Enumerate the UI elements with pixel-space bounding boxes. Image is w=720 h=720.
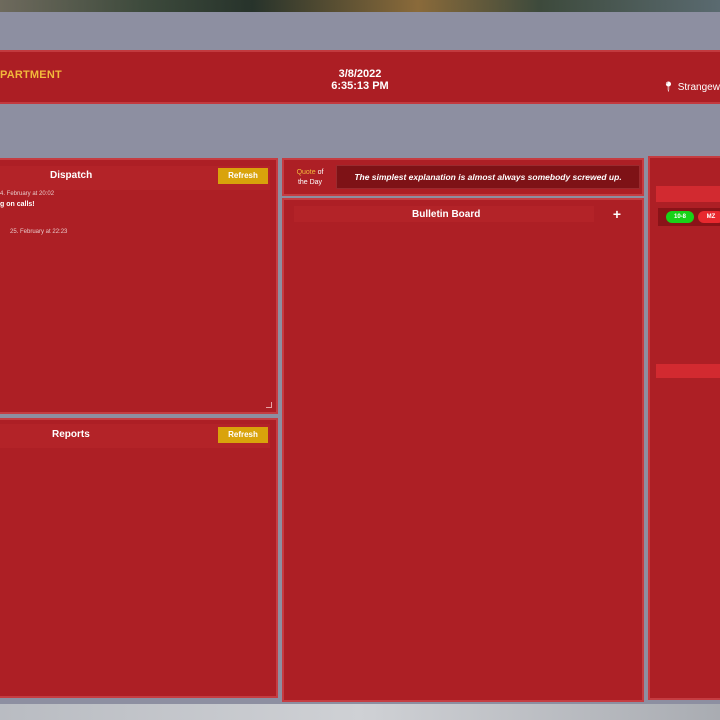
status-10-8-button[interactable]: 10-8 [666,211,694,223]
units-panel: 10-8 MZ [648,156,720,700]
top-bar [0,12,720,50]
quote-label-of: of [317,169,324,176]
dispatch-refresh-button[interactable]: Refresh [218,168,268,184]
reports-title: Reports [52,429,90,440]
quote-label-highlight: Quote [296,169,316,176]
add-bulletin-button[interactable]: + [610,206,624,222]
resize-grip-icon[interactable] [266,402,272,408]
bulletin-title: Bulletin Board [412,209,481,220]
header-time: 6:35:13 PM [331,80,389,92]
header-date: 3/8/2022 [338,68,382,80]
dispatch-call-timestamp: 25. February at 22:23 [10,229,68,235]
quote-text: The simplest explanation is almost alway… [336,165,640,189]
bulletin-board-panel: Bulletin Board + [282,198,644,702]
dispatch-title: Dispatch [50,170,93,181]
dispatch-panel: Dispatch Refresh 4. February at 20:02 g … [0,158,278,414]
game-background-bottom [0,704,720,720]
dispatch-call-message[interactable]: g on calls! [0,201,35,208]
units-header-bar [656,186,720,202]
status-mz-button[interactable]: MZ [698,211,720,223]
units-section-bar [656,364,720,378]
location-text: Strangewa [677,82,720,93]
mdt-header: PARTMENT 3/8/2022 6:35:13 PM 📍︎Strangewa [0,50,720,104]
quote-of-the-day: Quote of the Day The simplest explanatio… [282,158,644,196]
reports-panel: Reports Refresh [0,418,278,698]
location-pin-icon: 📍︎ [662,82,675,93]
quote-label-day: the Day [297,179,323,186]
nav-bar [0,104,720,152]
quote-label: Quote of the Day [292,168,328,188]
unit-row: 10-8 MZ [658,208,720,226]
game-background-top [0,0,720,12]
dispatch-call-timestamp: 4. February at 20:02 [0,191,55,197]
location-display: 📍︎Strangewa [662,82,720,93]
department-name: PARTMENT [0,69,62,81]
reports-refresh-button[interactable]: Refresh [218,427,268,443]
